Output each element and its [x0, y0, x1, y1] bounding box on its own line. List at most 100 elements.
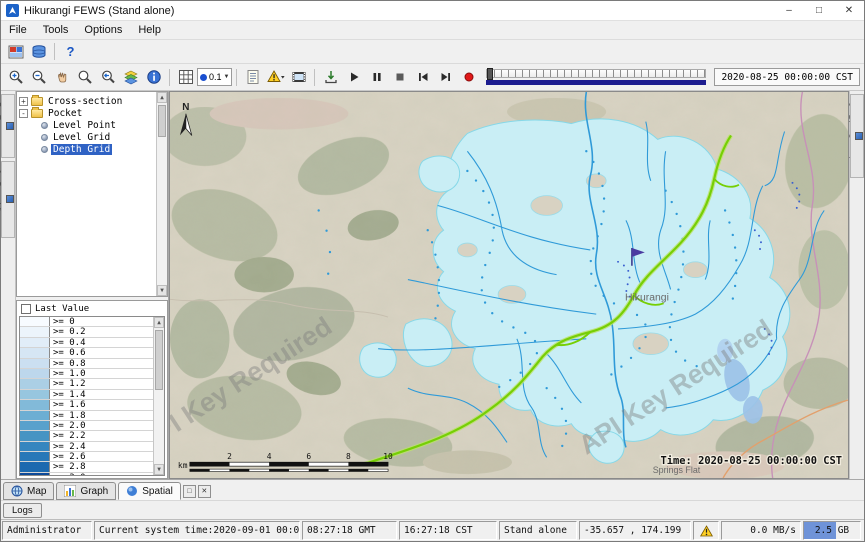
warning-dropdown-icon[interactable] [264, 67, 287, 88]
plot-overview-tab-icon [855, 132, 863, 140]
scroll-up-icon[interactable]: ▲ [154, 317, 164, 328]
main-toolbar: ? [1, 40, 864, 64]
pan-icon[interactable] [50, 67, 73, 88]
last-value-checkbox[interactable] [21, 304, 31, 314]
scroll-down-icon[interactable]: ▼ [154, 464, 164, 475]
scroll-thumb[interactable] [158, 105, 166, 137]
tab-forecast[interactable]: 5 : Forecast [1, 94, 15, 158]
database-icon[interactable] [27, 41, 50, 62]
threshold-select[interactable]: 0.1 ▼ [197, 68, 232, 86]
menu-tools[interactable]: Tools [35, 22, 77, 38]
close-button[interactable]: ✕ [834, 1, 864, 20]
animation-icon[interactable] [287, 67, 310, 88]
longitudinal-profile-icon[interactable] [241, 67, 264, 88]
legend-item-label: >= 2.2 [50, 431, 89, 440]
map-time-label: Time: 2020-08-25 00:00:00 CST [661, 455, 843, 467]
zoom-out-icon[interactable] [27, 67, 50, 88]
tab-spatial[interactable]: Spatial [118, 482, 181, 500]
stop-button[interactable] [388, 67, 411, 88]
tab-map[interactable]: Map [3, 482, 54, 500]
tree-node-cross-section[interactable]: + Cross-section [19, 95, 155, 107]
zoom-previous-icon[interactable] [96, 67, 119, 88]
step-back-button[interactable] [411, 67, 434, 88]
tab-graph[interactable]: Graph [56, 482, 116, 500]
status-time-local: 16:27:18 CST [399, 521, 497, 540]
bottom-tab-bar: Map Graph Spatial □ ✕ [1, 479, 864, 500]
menu-options[interactable]: Options [76, 22, 130, 38]
legend-item[interactable]: >= 0.4 [20, 338, 153, 348]
tab-plot-overview[interactable]: 3 : Plot Overview [850, 94, 864, 178]
legend-item[interactable]: >= 2.8 [20, 462, 153, 472]
time-slider[interactable] [486, 69, 706, 86]
tree-node-depth-grid[interactable]: Depth Grid [19, 143, 155, 155]
legend-item[interactable]: >= 0.2 [20, 327, 153, 337]
panel-restore-button[interactable]: □ [183, 485, 196, 498]
toolbar-separator [169, 69, 170, 86]
pause-button[interactable] [365, 67, 388, 88]
status-bar: Administrator Current system time:2020-0… [1, 519, 864, 541]
menu-help[interactable]: Help [130, 22, 169, 38]
map-canvas[interactable]: API Key Required API Key Required Hikura… [170, 92, 848, 478]
legend-item[interactable]: >= 1.0 [20, 369, 153, 379]
help-icon[interactable]: ? [59, 41, 82, 62]
step-forward-button[interactable] [434, 67, 457, 88]
toolbar-separator [54, 43, 55, 60]
svg-text:km: km [178, 461, 188, 470]
maximize-button[interactable]: □ [804, 1, 834, 20]
svg-text:6: 6 [306, 452, 311, 461]
tree-node-level-point[interactable]: Level Point [19, 119, 155, 131]
scroll-up-icon[interactable]: ▲ [157, 92, 167, 103]
scroll-down-icon[interactable]: ▼ [157, 285, 167, 296]
legend-item[interactable]: >= 3.0 [20, 473, 153, 476]
legend-item[interactable]: >= 0.8 [20, 359, 153, 369]
menu-file[interactable]: File [1, 22, 35, 38]
layers-tree: + Cross-section - Pocket Level Point Lev… [16, 91, 168, 297]
panel-close-button[interactable]: ✕ [198, 485, 211, 498]
tab-graph-label: Graph [80, 486, 108, 497]
export-icon[interactable] [319, 67, 342, 88]
expander-icon[interactable]: + [19, 97, 28, 106]
minimize-button[interactable]: – [774, 1, 804, 20]
legend-item[interactable]: >= 2.2 [20, 431, 153, 441]
legend-item[interactable]: >= 1.4 [20, 390, 153, 400]
status-time-gmt: 08:27:18 GMT [302, 521, 397, 540]
legend-item[interactable]: >= 1.6 [20, 400, 153, 410]
legend-item-label: >= 1.8 [50, 411, 89, 420]
tree-node-level-grid[interactable]: Level Grid [19, 131, 155, 143]
tree-node-label: Cross-section [46, 96, 124, 107]
map-viewport[interactable]: API Key Required API Key Required Hikura… [169, 91, 849, 479]
legend-item[interactable]: >= 1.8 [20, 411, 153, 421]
time-slider-track[interactable] [486, 69, 706, 78]
legend-item[interactable]: >= 2.0 [20, 421, 153, 431]
legend-item[interactable]: >= 0 [20, 317, 153, 327]
app-logo-icon [6, 4, 19, 17]
expander-icon[interactable]: - [19, 109, 28, 118]
status-warning-cell[interactable] [693, 521, 719, 540]
record-button[interactable] [457, 67, 480, 88]
legend-color-swatch [20, 390, 50, 399]
tree-node-pocket[interactable]: - Pocket [19, 107, 155, 119]
time-slider-handle[interactable] [487, 68, 493, 80]
tree-node-label: Pocket [46, 108, 84, 119]
status-memory: 2.5 GB [803, 521, 861, 540]
legend-item[interactable]: >= 2.6 [20, 452, 153, 462]
legend-item[interactable]: >= 2.4 [20, 442, 153, 452]
layers-icon[interactable] [119, 67, 142, 88]
legend-item[interactable]: >= 0.6 [20, 348, 153, 358]
bullet-icon [41, 146, 48, 153]
scroll-thumb[interactable] [155, 330, 163, 390]
legend-scrollbar[interactable]: ▲ ▼ [153, 317, 164, 475]
explorer-icon[interactable] [4, 41, 27, 62]
info-icon[interactable] [142, 67, 165, 88]
play-button[interactable] [342, 67, 365, 88]
legend-item-label: >= 0 [50, 317, 78, 326]
tree-scrollbar[interactable]: ▲ ▼ [156, 92, 167, 296]
zoom-extent-icon[interactable] [73, 67, 96, 88]
grid-display-icon[interactable] [174, 67, 197, 88]
zoom-in-icon[interactable] [4, 67, 27, 88]
legend-color-swatch [20, 369, 50, 378]
legend-item-label: >= 1.0 [50, 369, 89, 378]
logs-button[interactable]: Logs [3, 503, 42, 518]
legend-item[interactable]: >= 1.2 [20, 379, 153, 389]
tab-data-viewer[interactable]: 6 : Data Viewer [1, 161, 15, 238]
